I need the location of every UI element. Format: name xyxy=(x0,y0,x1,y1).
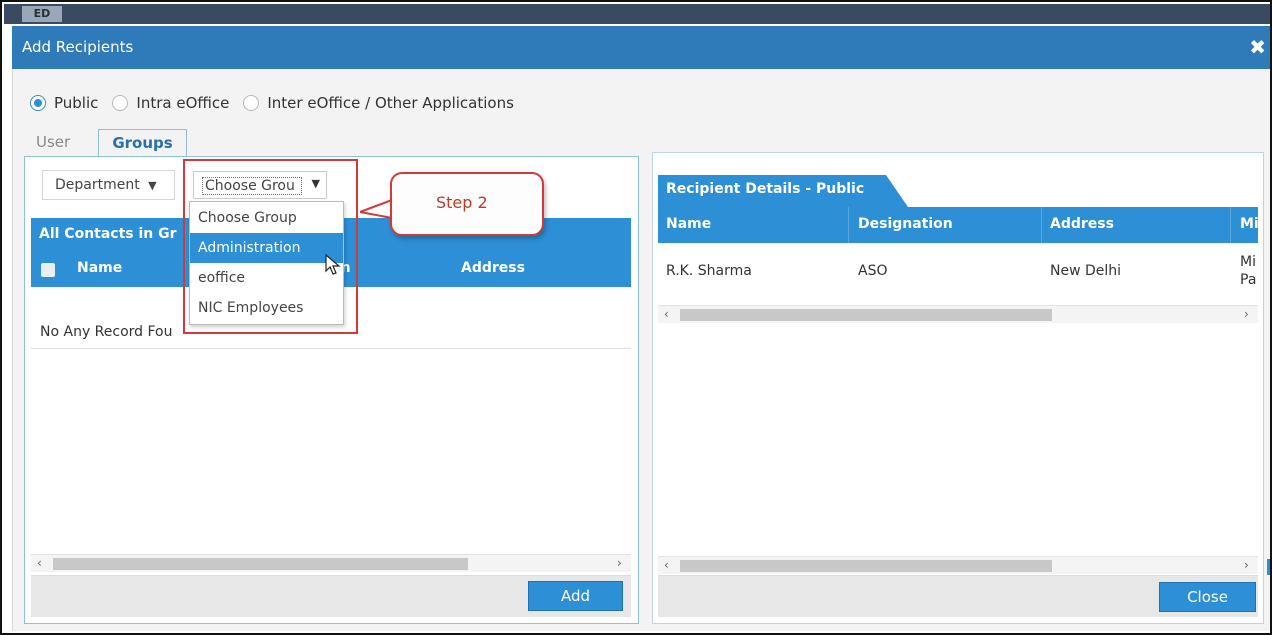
divider xyxy=(31,348,631,349)
radio-button-selected[interactable] xyxy=(30,95,46,111)
empty-records-message: No Any Record Fou xyxy=(40,324,173,340)
close-button[interactable]: Close xyxy=(1159,582,1256,612)
cell-name: R.K. Sharma xyxy=(666,263,752,279)
column-header-name[interactable]: Name xyxy=(77,260,122,276)
radio-intra-eoffice-label: Intra eOffice xyxy=(136,94,230,112)
panel-edge-marker xyxy=(1267,559,1270,575)
recipient-type-radio-group: Public Intra eOffice Inter eOffice / Oth… xyxy=(30,92,528,114)
column-header-address[interactable]: Address xyxy=(1050,216,1114,232)
cell-designation: ASO xyxy=(858,263,888,279)
column-separator xyxy=(848,207,849,243)
scroll-thumb[interactable] xyxy=(53,558,468,570)
radio-public-label: Public xyxy=(54,94,99,112)
department-label: Department xyxy=(55,177,140,193)
radio-public[interactable]: Public xyxy=(30,94,98,112)
add-button[interactable]: Add xyxy=(528,581,623,611)
cell-mobile: Mi Pa xyxy=(1240,253,1256,289)
column-header-designation[interactable]: Designation xyxy=(858,216,953,232)
department-dropdown-button[interactable]: Department ▼ xyxy=(42,170,175,200)
tab-user[interactable]: User xyxy=(36,129,70,157)
column-header-address[interactable]: Address xyxy=(461,260,525,276)
radio-intra-eoffice[interactable]: Intra eOffice xyxy=(112,94,229,112)
column-header-mobile[interactable]: Mi xyxy=(1240,216,1258,232)
annotation-highlight-box xyxy=(183,159,358,334)
chevron-down-icon: ▼ xyxy=(148,179,157,192)
scroll-right-icon[interactable]: › xyxy=(617,555,622,571)
right-top-horizontal-scrollbar[interactable]: ‹ › xyxy=(658,305,1258,323)
radio-button[interactable] xyxy=(243,95,260,111)
right-horizontal-scrollbar[interactable]: ‹ › xyxy=(658,556,1258,574)
radio-inter-eoffice[interactable]: Inter eOffice / Other Applications xyxy=(243,94,514,112)
table-row[interactable]: R.K. Sharma ASO New Delhi Mi Pa xyxy=(658,249,1258,299)
scroll-left-icon[interactable]: ‹ xyxy=(664,306,669,322)
scroll-thumb[interactable] xyxy=(680,560,1052,572)
background-window-strip: ED xyxy=(4,4,1270,24)
cell-mobile-line1: Mi xyxy=(1240,254,1256,270)
all-contacts-title: All Contacts in Gr xyxy=(39,226,177,242)
tab-groups[interactable]: Groups xyxy=(98,129,187,157)
cell-mobile-line2: Pa xyxy=(1240,272,1257,288)
column-separator xyxy=(1041,207,1042,243)
scroll-thumb[interactable] xyxy=(680,309,1052,321)
dialog-title-bar: Add Recipients ✖ xyxy=(12,26,1270,69)
column-header-name[interactable]: Name xyxy=(666,216,711,232)
cell-address: New Delhi xyxy=(1050,263,1122,279)
scroll-left-icon[interactable]: ‹ xyxy=(664,557,669,573)
radio-button[interactable] xyxy=(112,95,129,111)
recipient-column-headers: Name Designation Address Mi xyxy=(658,207,1258,243)
dialog-title: Add Recipients xyxy=(22,38,134,56)
scroll-right-icon[interactable]: › xyxy=(1244,557,1249,573)
callout-text: Step 2 xyxy=(436,193,488,212)
column-separator xyxy=(1230,207,1231,243)
select-all-checkbox[interactable] xyxy=(41,263,55,277)
left-horizontal-scrollbar[interactable]: ‹ › xyxy=(31,554,631,572)
close-icon[interactable]: ✖ xyxy=(1249,35,1266,59)
scroll-left-icon[interactable]: ‹ xyxy=(37,555,42,571)
radio-inter-eoffice-label: Inter eOffice / Other Applications xyxy=(267,94,514,112)
step-callout: Step 2 xyxy=(360,172,546,238)
scroll-right-icon[interactable]: › xyxy=(1244,306,1249,322)
recipient-details-header: Recipient Details - Public xyxy=(658,175,908,207)
background-window-label: ED xyxy=(22,6,62,22)
recipient-details-title: Recipient Details - Public xyxy=(666,181,865,197)
screenshot-frame: ED Add Recipients ✖ Public Intra eOffice… xyxy=(0,0,1272,635)
